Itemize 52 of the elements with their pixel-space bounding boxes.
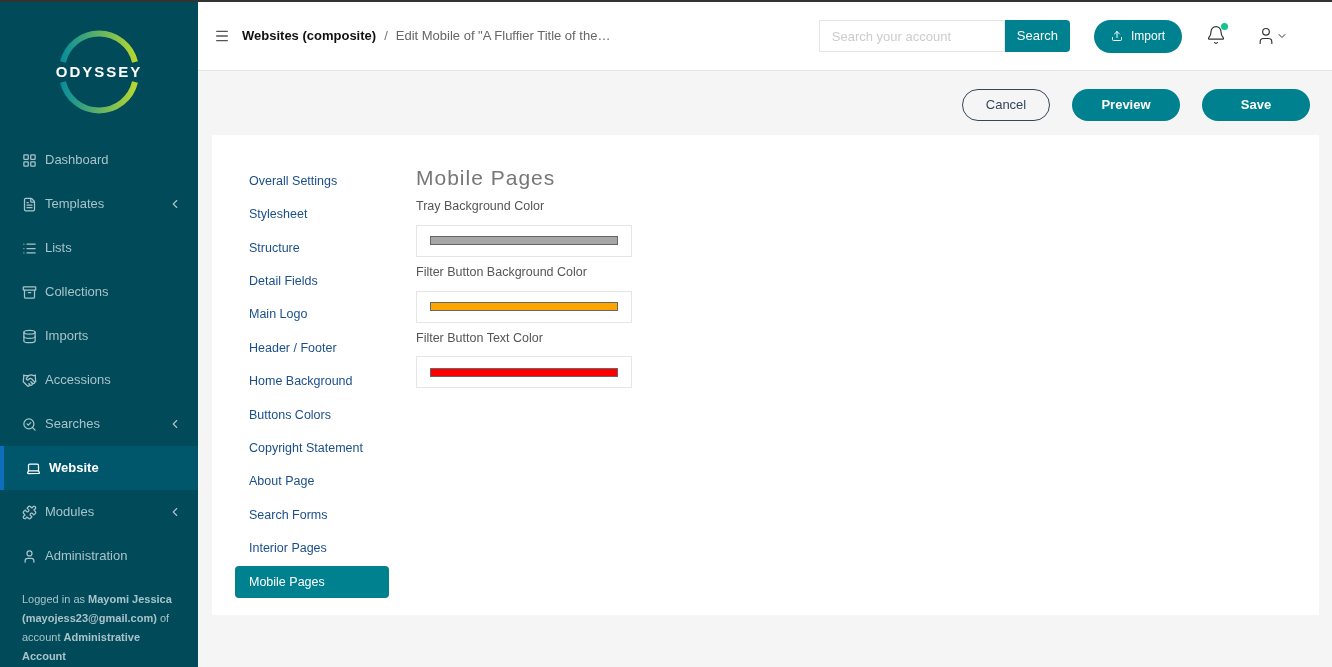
sidebar-item[interactable]: Lists bbox=[0, 226, 198, 270]
save-button[interactable]: Save bbox=[1202, 89, 1310, 121]
color-picker-field[interactable] bbox=[416, 290, 632, 323]
notification-bell-icon[interactable] bbox=[1206, 25, 1228, 47]
puzzle-icon bbox=[22, 504, 37, 520]
color-picker-field[interactable] bbox=[416, 356, 632, 389]
settings-nav-item[interactable]: Mobile Pages bbox=[235, 565, 389, 599]
sidebar-item[interactable]: Website bbox=[0, 446, 198, 490]
sidebar-item[interactable]: Templates bbox=[0, 182, 198, 226]
breadcrumb-current: Edit Mobile of "A Fluffier Title of the… bbox=[395, 27, 611, 46]
sidebar-item[interactable]: Accessions bbox=[0, 358, 198, 402]
login-info: Logged in as Mayomi Jessica (mayojess23@gmail.com) of account Administrative Account bbox=[21, 592, 173, 664]
settings-nav-item[interactable]: About Page bbox=[235, 465, 389, 498]
list-icon bbox=[22, 240, 37, 256]
upload-icon bbox=[1111, 30, 1123, 42]
settings-nav-item[interactable]: Home Background bbox=[235, 365, 389, 398]
database-icon bbox=[22, 328, 37, 344]
import-button[interactable]: Import bbox=[1094, 19, 1182, 53]
sidebar-item[interactable]: Dashboard bbox=[0, 138, 198, 182]
settings-nav-item[interactable]: Overall Settings bbox=[235, 165, 389, 198]
settings-nav-item[interactable]: Copyright Statement bbox=[235, 432, 389, 465]
document-icon bbox=[22, 196, 37, 212]
settings-nav-item[interactable]: Header / Footer bbox=[235, 331, 389, 365]
settings-nav-item[interactable]: Main Logo bbox=[235, 298, 389, 331]
field-label: Tray Background Color bbox=[416, 198, 546, 215]
sidebar-item[interactable]: Administration bbox=[0, 534, 198, 578]
breadcrumb-separator: / bbox=[384, 27, 388, 46]
odyssey-logo: ODYSSEY bbox=[57, 30, 141, 114]
panel-title: Mobile Pages bbox=[416, 165, 557, 191]
menu-icon[interactable] bbox=[214, 28, 230, 44]
settings-nav-item[interactable]: Detail Fields bbox=[235, 265, 389, 298]
breadcrumb-link[interactable]: Websites (composite) bbox=[242, 26, 377, 46]
sidebar-item[interactable]: Searches bbox=[0, 402, 198, 446]
preview-button[interactable]: Preview bbox=[1072, 89, 1180, 121]
handshake-icon bbox=[22, 372, 37, 388]
grid-icon bbox=[22, 152, 37, 168]
sidebar-item[interactable]: Collections bbox=[0, 270, 198, 314]
person-icon bbox=[22, 548, 37, 564]
settings-nav-item[interactable]: Structure bbox=[235, 231, 389, 265]
settings-nav-item[interactable]: Buttons Colors bbox=[235, 398, 389, 432]
search-button[interactable]: Search bbox=[1004, 20, 1070, 52]
search-icon bbox=[22, 416, 37, 432]
color-picker-field[interactable] bbox=[416, 224, 632, 257]
settings-nav-item[interactable]: Search Forms bbox=[235, 498, 389, 532]
settings-nav-item[interactable]: Stylesheet bbox=[235, 198, 389, 231]
archive-box-icon bbox=[22, 284, 37, 300]
field-label: Filter Button Background Color bbox=[416, 263, 588, 281]
field-label: Filter Button Text Color bbox=[416, 329, 544, 347]
settings-nav-item[interactable]: Interior Pages bbox=[235, 532, 389, 565]
sidebar-item[interactable]: Modules bbox=[0, 490, 198, 534]
sidebar-item[interactable]: Imports bbox=[0, 314, 198, 358]
laptop-icon bbox=[26, 460, 41, 476]
